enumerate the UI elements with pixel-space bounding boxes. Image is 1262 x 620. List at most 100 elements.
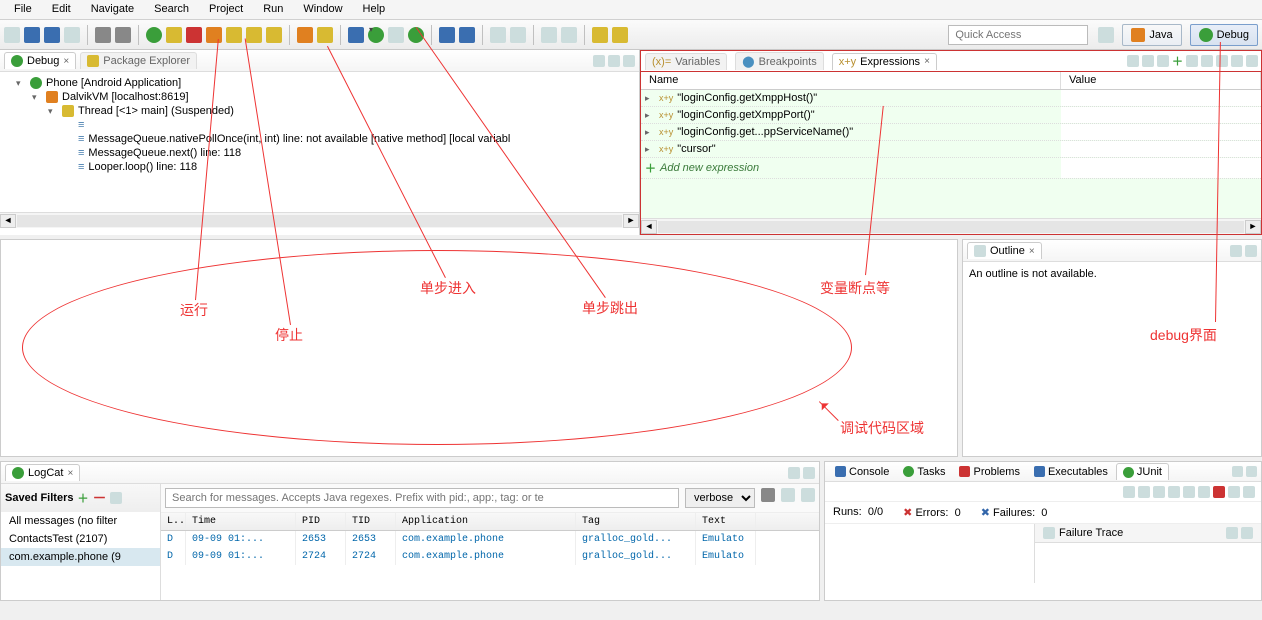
scroll-lock-icon[interactable]: [1168, 486, 1180, 498]
step-into-icon[interactable]: [226, 27, 242, 43]
expressions-tab[interactable]: x+yExpressions×: [832, 53, 937, 70]
max-icon[interactable]: [1246, 466, 1257, 477]
console-tab[interactable]: Console: [829, 464, 895, 480]
value-col-header[interactable]: Value: [1061, 72, 1261, 89]
stop-junit-icon[interactable]: [1213, 486, 1225, 498]
perspective-debug[interactable]: Debug: [1190, 24, 1258, 46]
skip-bp-icon[interactable]: [561, 27, 577, 43]
name-col-header[interactable]: Name: [641, 72, 1061, 89]
max-icon[interactable]: [1246, 55, 1258, 67]
view-menu-icon[interactable]: [593, 55, 605, 67]
print-icon[interactable]: [64, 27, 80, 43]
min-icon[interactable]: [1232, 466, 1243, 477]
disconnect-icon[interactable]: [206, 27, 222, 43]
junit-tree[interactable]: [825, 524, 1035, 583]
menu-window[interactable]: Window: [293, 0, 352, 19]
compare-icon[interactable]: [1226, 527, 1238, 539]
remove-filter-icon[interactable]: －: [92, 488, 106, 508]
debug-btn-icon[interactable]: [348, 27, 364, 43]
debug-tree-row[interactable]: ▾Thread [<1> main] (Suspended): [4, 104, 635, 118]
h-scrollbar[interactable]: ◄►: [0, 212, 639, 228]
next-fail-icon[interactable]: [1123, 486, 1135, 498]
forward-icon[interactable]: [612, 27, 628, 43]
open-perspective-icon[interactable]: [1098, 27, 1114, 43]
menu-icon[interactable]: [1243, 486, 1255, 498]
close-icon[interactable]: ×: [1029, 246, 1035, 257]
menu-icon[interactable]: [1216, 55, 1228, 67]
menu-help[interactable]: Help: [353, 0, 396, 19]
debug-tree-row[interactable]: ▾DalvikVM [localhost:8619]: [4, 90, 635, 104]
debug-tree-row[interactable]: ≡: [4, 118, 635, 132]
expression-row[interactable]: ▸x+y"loginConfig.getXmppHost()": [641, 90, 1261, 107]
scroll-lock-icon[interactable]: [801, 488, 815, 502]
filter-item[interactable]: com.example.phone (9: [1, 548, 160, 566]
filter-item[interactable]: ContactsTest (2107): [1, 530, 160, 548]
logcat-tab[interactable]: LogCat×: [5, 464, 80, 481]
perspective-java[interactable]: Java: [1122, 24, 1181, 46]
vars-collapse-icon[interactable]: [1142, 55, 1154, 67]
remove-icon[interactable]: [1186, 55, 1198, 67]
breakpoints-tab[interactable]: ⬤Breakpoints: [735, 52, 823, 70]
step-filters-icon[interactable]: [317, 27, 333, 43]
terminate-icon[interactable]: [186, 27, 202, 43]
min-icon[interactable]: [1230, 245, 1242, 257]
open-type-icon[interactable]: [490, 27, 506, 43]
drop-frame-icon[interactable]: [297, 27, 313, 43]
executables-tab[interactable]: Executables: [1028, 464, 1114, 480]
history-icon[interactable]: [1228, 486, 1240, 498]
maximize-icon[interactable]: [623, 55, 635, 67]
menu-run[interactable]: Run: [253, 0, 293, 19]
run-last-icon[interactable]: [408, 27, 424, 43]
add-expression-link[interactable]: Add new expression: [660, 162, 759, 174]
show-fail-icon[interactable]: [1153, 486, 1165, 498]
coverage-icon[interactable]: [388, 27, 404, 43]
import-icon[interactable]: [95, 27, 111, 43]
minimize-icon[interactable]: [608, 55, 620, 67]
new-pkg-icon[interactable]: [459, 27, 475, 43]
suspend-icon[interactable]: [166, 27, 182, 43]
package-explorer-tab[interactable]: Package Explorer: [80, 52, 197, 69]
add-filter-icon[interactable]: ＋: [77, 490, 88, 506]
max-icon[interactable]: [803, 467, 815, 479]
log-row[interactable]: D09-09 01:...27242724com.example.phonegr…: [161, 548, 819, 565]
menu-edit[interactable]: Edit: [42, 0, 81, 19]
menu-search[interactable]: Search: [144, 0, 199, 19]
close-icon[interactable]: ×: [67, 468, 73, 479]
debug-tree-row[interactable]: ≡MessageQueue.next() line: 118: [4, 146, 635, 160]
step-return-icon[interactable]: [266, 27, 282, 43]
clear-log-icon[interactable]: [781, 488, 795, 502]
close-icon[interactable]: ×: [924, 56, 930, 67]
search-btn-icon[interactable]: [510, 27, 526, 43]
debug-tree-row[interactable]: ≡Looper.loop() line: 118: [4, 160, 635, 174]
debug-tree-row[interactable]: ≡MessageQueue.nativePollOnce(int, int) l…: [4, 132, 635, 146]
rerun-icon[interactable]: [1183, 486, 1195, 498]
vars-pin-icon[interactable]: [1157, 55, 1169, 67]
expression-row[interactable]: ▸x+y"cursor": [641, 141, 1261, 158]
save-log-icon[interactable]: [761, 488, 775, 502]
outline-tab[interactable]: Outline×: [967, 242, 1042, 259]
log-level-select[interactable]: verbosedebuginfowarnerrorassert: [685, 488, 755, 508]
run-btn-icon[interactable]: [368, 27, 384, 43]
debug-tab[interactable]: Debug ×: [4, 52, 76, 69]
resume-icon[interactable]: [146, 27, 162, 43]
debug-tree-row[interactable]: ▾Phone [Android Application]: [4, 76, 635, 90]
close-icon[interactable]: ×: [63, 56, 69, 67]
filter-item[interactable]: All messages (no filter: [1, 512, 160, 530]
menu-file[interactable]: File: [4, 0, 42, 19]
quick-access-input[interactable]: [948, 25, 1088, 45]
expression-row[interactable]: ▸x+y"loginConfig.get...ppServiceName()": [641, 124, 1261, 141]
tasks-tab[interactable]: Tasks: [897, 464, 951, 480]
min-icon[interactable]: [788, 467, 800, 479]
edit-filter-icon[interactable]: [110, 492, 122, 504]
add-expression-icon[interactable]: ＋: [1172, 53, 1183, 69]
step-over-icon[interactable]: [246, 27, 262, 43]
junit-tab[interactable]: JUnit: [1116, 463, 1169, 480]
variables-tab[interactable]: (x)=Variables: [645, 53, 727, 70]
toggle-bp-icon[interactable]: [541, 27, 557, 43]
save-all-icon[interactable]: [44, 27, 60, 43]
menu-navigate[interactable]: Navigate: [81, 0, 144, 19]
h-scrollbar[interactable]: ◄►: [641, 218, 1261, 234]
new-class-icon[interactable]: [439, 27, 455, 43]
vars-layout-icon[interactable]: [1127, 55, 1139, 67]
menu-project[interactable]: Project: [199, 0, 253, 19]
